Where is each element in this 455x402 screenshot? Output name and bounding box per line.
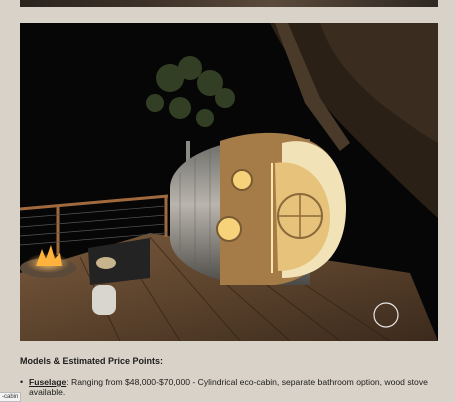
status-bar-link-preview: -cabin [0,392,22,402]
model-description: : Ranging from $48,000-$70,000 - Cylindr… [29,377,428,397]
cabin-photo [20,23,438,341]
previous-image-strip [20,0,438,7]
list-item: • Fuselage: Ranging from $48,000-$70,000… [20,377,439,397]
models-list: • Fuselage: Ranging from $48,000-$70,000… [20,377,439,397]
models-heading: Models & Estimated Price Points: [20,356,164,366]
bullet-icon: • [20,377,24,387]
model-link-fuselage[interactable]: Fuselage [29,377,66,387]
